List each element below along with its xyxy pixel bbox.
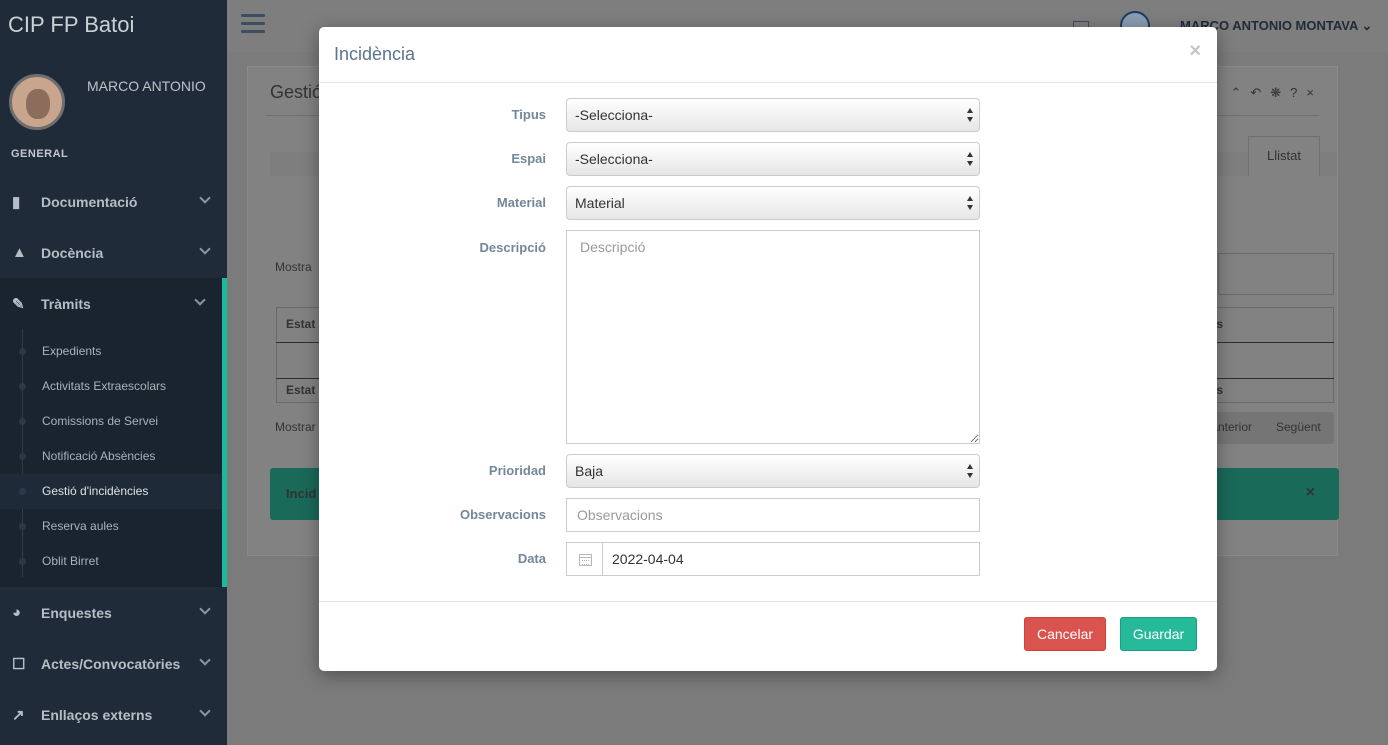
chevron-down-icon — [194, 294, 206, 306]
sidebar-item-enquestes[interactable]: ◕ Enquestes — [0, 587, 227, 638]
sidebar-item-docencia[interactable]: ▲ Docència — [0, 227, 227, 278]
sidebar-item-label: Docència — [41, 244, 104, 261]
search-input[interactable] — [1218, 253, 1334, 295]
prioridad-select[interactable]: Baja — [566, 454, 980, 488]
save-button[interactable]: Guardar — [1120, 617, 1197, 651]
sidebar-item-actes[interactable]: ☐ Actes/Convocatòries — [0, 638, 227, 689]
submenu-item-activitats[interactable]: Activitats Extraescolars — [0, 369, 222, 404]
descripcio-textarea[interactable] — [566, 230, 980, 444]
alert-text: Incid — [286, 486, 317, 501]
submenu-item-notificacio[interactable]: Notificació Absències — [0, 439, 222, 474]
cancel-button[interactable]: Cancelar — [1024, 617, 1106, 651]
espai-value: -Selecciona- — [575, 151, 653, 167]
chevron-down-icon — [199, 705, 211, 717]
sidebar-item-documentacio[interactable]: ▮ Documentació — [0, 176, 227, 227]
sidebar: CIP FP Batoi MARCO ANTONIO GENERAL ▮ Doc… — [0, 0, 227, 745]
menu-toggle-icon[interactable] — [241, 14, 265, 34]
incidencia-modal: Incidència × Tipus -Selecciona- Espai -S… — [319, 27, 1217, 671]
sidebar-item-tramits[interactable]: ✎ Tràmits — [0, 278, 227, 329]
chevron-down-icon — [199, 243, 211, 255]
material-value: Material — [575, 195, 625, 211]
descripcio-label: Descripció — [479, 240, 546, 255]
sidebar-item-label: Tràmits — [41, 295, 91, 312]
submenu-item-reserva-aules[interactable]: Reserva aules — [0, 509, 222, 544]
tipus-value: -Selecciona- — [575, 107, 653, 123]
submenu-item-comissions[interactable]: Comissions de Servei — [0, 404, 222, 439]
tipus-select[interactable]: -Selecciona- — [566, 98, 980, 132]
modal-title: Incidència — [334, 44, 416, 64]
external-link-icon: ↗ — [12, 706, 25, 724]
submenu-item-incidencies[interactable]: Gestió d'incidències — [0, 474, 222, 509]
calendar-icon — [579, 554, 592, 566]
show-entries-label: Mostra — [275, 260, 312, 274]
date-value: 2022-04-04 — [612, 551, 684, 567]
modal-footer: Cancelar Guardar — [319, 601, 1217, 671]
sidebar-item-label: Enllaços externs — [41, 706, 153, 723]
table-info: Mostrar — [275, 420, 316, 434]
observacions-label: Observacions — [460, 507, 546, 522]
chevron-down-icon — [199, 654, 211, 666]
date-field[interactable]: 2022-04-04 — [566, 542, 980, 576]
table-footer-estat: Estat — [286, 383, 316, 397]
data-label: Data — [517, 551, 546, 566]
modal-header: Incidència × — [319, 27, 1217, 83]
submenu-item-oblit-birret[interactable]: Oblit Birret — [0, 544, 222, 579]
sidebar-item-label: Actes/Convocatòries — [41, 655, 181, 672]
close-icon[interactable]: × — [1189, 40, 1201, 63]
book-icon: ▮ — [12, 193, 21, 211]
material-select[interactable]: Material — [566, 186, 980, 220]
alert-close-icon[interactable]: × — [1306, 484, 1315, 502]
pencil-icon: ✎ — [12, 295, 25, 313]
profile-name: MARCO ANTONIO — [87, 78, 206, 94]
espai-label: Espai — [511, 151, 546, 166]
panel-tools[interactable]: ⌃↶❋?× — [1231, 85, 1324, 101]
pie-chart-icon: ◕ — [12, 604, 22, 621]
material-label: Material — [496, 195, 546, 210]
avatar — [9, 74, 65, 130]
section-title-general: GENERAL — [11, 148, 69, 160]
sidebar-item-enllacos[interactable]: ↗ Enllaços externs — [0, 689, 227, 740]
table-header-estat[interactable]: Estat — [286, 317, 315, 331]
prioridad-label: Prioridad — [488, 463, 546, 478]
profile: MARCO ANTONIO — [0, 52, 227, 140]
espai-select[interactable]: -Selecciona- — [566, 142, 980, 176]
graduation-cap-icon: ▲ — [12, 244, 27, 261]
prioridad-value: Baja — [575, 463, 604, 479]
chevron-down-icon — [199, 603, 211, 615]
calendar-addon[interactable] — [567, 543, 603, 575]
submenu-item-expedients[interactable]: Expedients — [0, 334, 222, 369]
tab-llistat[interactable]: Llistat — [1248, 136, 1320, 176]
brand-title[interactable]: CIP FP Batoi — [0, 0, 227, 52]
sidebar-item-label: Documentació — [41, 193, 138, 210]
pager-next-button[interactable]: Següent — [1276, 420, 1321, 434]
submenu-tramits: Expedients Activitats Extraescolars Comi… — [0, 329, 227, 587]
sidebar-item-label: Enquestes — [41, 604, 112, 621]
chevron-down-icon — [199, 192, 211, 204]
page-title: Gestió — [270, 82, 323, 102]
pagination: Anterior Següent — [1210, 412, 1334, 444]
edit-icon: ☐ — [12, 655, 26, 673]
tipus-label: Tipus — [511, 107, 546, 122]
observacions-input[interactable] — [566, 498, 980, 532]
